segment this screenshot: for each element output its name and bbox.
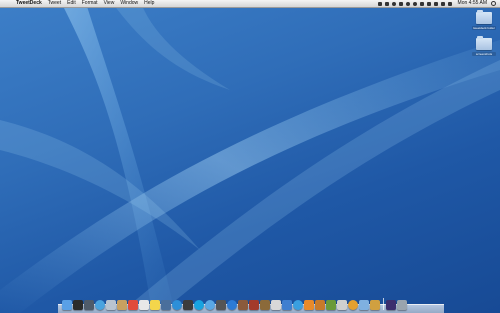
tweetdeck-icon[interactable] (183, 300, 193, 310)
bluetooth-icon[interactable] (419, 1, 424, 6)
battery-icon[interactable] (440, 1, 445, 6)
menu-help[interactable]: Help (144, 0, 154, 7)
menu-tweet[interactable]: Tweet (48, 0, 61, 7)
trash-icon[interactable] (397, 300, 407, 310)
desktop-folder-1[interactable]: tweetdeck folder (472, 10, 496, 30)
app-store-icon[interactable] (227, 300, 237, 310)
image-capture-icon[interactable] (260, 300, 270, 310)
timemachine-icon[interactable] (412, 1, 417, 6)
textedit-icon[interactable] (271, 300, 281, 310)
itunes-icon[interactable] (172, 300, 182, 310)
menu-view[interactable]: View (104, 0, 115, 7)
menu-bar: TweetDeck Tweet Edit Format View Window … (0, 0, 500, 8)
pencil-icon[interactable] (370, 300, 380, 310)
chrome-icon[interactable] (348, 300, 358, 310)
chat-icon[interactable] (205, 300, 215, 310)
globe-icon[interactable] (293, 300, 303, 310)
tools-icon[interactable] (238, 300, 248, 310)
status-area: Mon 4:55 AM (377, 0, 496, 7)
terminal-icon[interactable] (326, 300, 336, 310)
preview-icon[interactable] (139, 300, 149, 310)
mail-icon[interactable] (106, 300, 116, 310)
address-book-icon[interactable] (117, 300, 127, 310)
flag-icon[interactable] (447, 1, 452, 6)
menu-format[interactable]: Format (82, 0, 98, 7)
dock-icons (62, 298, 408, 310)
growl-icon[interactable] (391, 1, 396, 6)
dock-separator (383, 298, 384, 310)
menu-clock[interactable]: Mon 4:55 AM (458, 0, 487, 7)
dropbox-icon[interactable] (377, 1, 382, 6)
evernote-icon[interactable] (384, 1, 389, 6)
spotlight-icon[interactable] (491, 1, 496, 6)
gear-icon[interactable] (405, 1, 410, 6)
volume-icon[interactable] (433, 1, 438, 6)
stickies-icon[interactable] (150, 300, 160, 310)
photo-booth-icon[interactable] (249, 300, 259, 310)
desktop-folder-label: screenshots (472, 52, 496, 56)
desktop-wallpaper (0, 0, 500, 313)
menu-app-name[interactable]: TweetDeck (16, 0, 42, 7)
expose-icon[interactable] (84, 300, 94, 310)
dashboard-icon[interactable] (73, 300, 83, 310)
menu-edit[interactable]: Edit (67, 0, 76, 7)
ical-icon[interactable] (128, 300, 138, 310)
wifi-icon[interactable] (426, 1, 431, 6)
activity-icon[interactable] (282, 300, 292, 310)
iphoto-icon[interactable] (161, 300, 171, 310)
paintbrush-icon[interactable] (337, 300, 347, 310)
applications-stack-icon[interactable] (386, 300, 396, 310)
folder-icon (476, 10, 492, 24)
cloud-icon[interactable] (398, 1, 403, 6)
desktop-folder-label: tweetdeck folder (472, 26, 496, 30)
menu-window[interactable]: Window (120, 0, 138, 7)
skype-icon[interactable] (194, 300, 204, 310)
finder-icon[interactable] (62, 300, 72, 310)
desktop-folder-2[interactable]: screenshots (472, 36, 496, 56)
safari-icon[interactable] (95, 300, 105, 310)
script-editor-icon[interactable] (315, 300, 325, 310)
camera-icon[interactable] (216, 300, 226, 310)
folder-icon (476, 36, 492, 50)
dock (58, 294, 444, 313)
cursor-icon[interactable] (359, 300, 369, 310)
vlc-icon[interactable] (304, 300, 314, 310)
